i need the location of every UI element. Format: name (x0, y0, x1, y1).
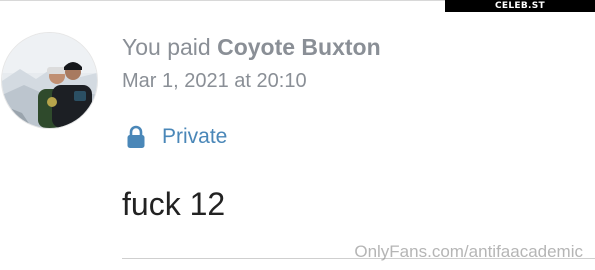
watermark-top: CELEB.ST (445, 0, 595, 12)
payment-note: fuck 12 (122, 186, 226, 222)
avatar[interactable] (2, 33, 97, 128)
privacy-setting: Private (126, 122, 227, 152)
transaction-title: You paid Coyote Buxton (122, 34, 381, 61)
watermark-bottom: OnlyFans.com/antifaacademic (354, 242, 583, 261)
avatar-photo (2, 33, 97, 128)
transaction-date: Mar 1, 2021 at 20:10 (122, 70, 307, 92)
privacy-label: Private (162, 125, 228, 148)
transaction-title-prefix: You paid (122, 34, 211, 60)
payee-name[interactable]: Coyote Buxton (217, 34, 381, 60)
lock-icon (127, 125, 145, 148)
